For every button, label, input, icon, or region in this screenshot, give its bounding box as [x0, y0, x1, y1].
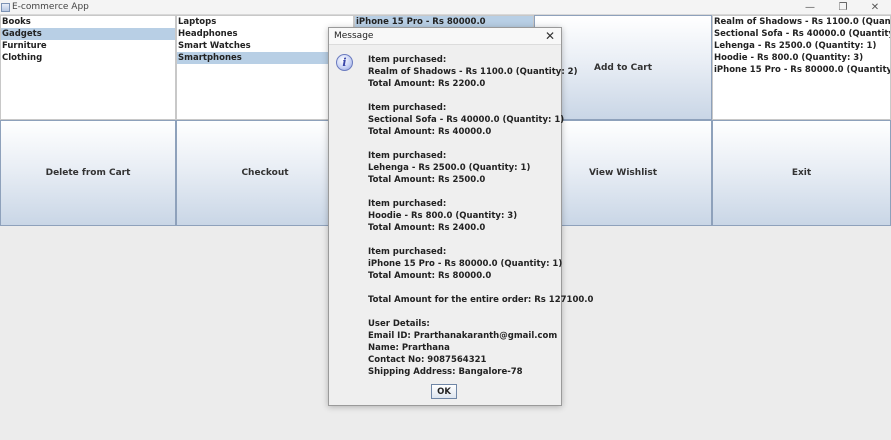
order-total-line: Total Amount for the entire order: Rs 12…: [368, 295, 594, 305]
exit-button[interactable]: Exit: [712, 120, 891, 226]
dialog-message: Item purchased: Realm of Shadows - Rs 11…: [368, 54, 594, 378]
message-line: Item purchased:: [368, 55, 447, 65]
message-line: Shipping Address: Bangalore-78: [368, 367, 523, 377]
list-item[interactable]: iPhone 15 Pro - Rs 80000.0 (Quantity: 1): [713, 64, 890, 76]
message-line: Hoodie - Rs 800.0 (Quantity: 3): [368, 211, 518, 221]
message-line: Total Amount: Rs 80000.0: [368, 271, 492, 281]
list-item[interactable]: Hoodie - Rs 800.0 (Quantity: 3): [713, 52, 890, 64]
category-list[interactable]: Books Gadgets Furniture Clothing: [0, 15, 176, 120]
window-titlebar: E-commerce App — ❐ ✕: [0, 0, 891, 15]
cart-list[interactable]: Realm of Shadows - Rs 1100.0 (Quantity: …: [712, 15, 891, 120]
list-item[interactable]: Sectional Sofa - Rs 40000.0 (Quantity: 1…: [713, 28, 890, 40]
message-line: Item purchased:: [368, 151, 447, 161]
dialog-titlebar: Message ✕: [329, 28, 561, 45]
message-line: iPhone 15 Pro - Rs 80000.0 (Quantity: 1): [368, 259, 563, 269]
message-line: Item purchased:: [368, 103, 447, 113]
message-line: User Details:: [368, 319, 430, 329]
message-line: Item purchased:: [368, 247, 447, 257]
message-line: Item purchased:: [368, 199, 447, 209]
list-item-selected[interactable]: Gadgets: [1, 28, 175, 40]
delete-from-cart-button[interactable]: Delete from Cart: [0, 120, 176, 226]
window-title: E-commerce App: [12, 2, 89, 12]
minimize-button[interactable]: —: [795, 1, 825, 14]
message-line: Sectional Sofa - Rs 40000.0 (Quantity: 1…: [368, 115, 565, 125]
maximize-button[interactable]: ❐: [828, 1, 858, 14]
window-close-button[interactable]: ✕: [860, 1, 890, 14]
list-item[interactable]: Clothing: [1, 52, 175, 64]
list-item[interactable]: Laptops: [177, 16, 353, 28]
message-line: Total Amount: Rs 2400.0: [368, 223, 486, 233]
dialog-close-icon[interactable]: ✕: [545, 29, 555, 43]
message-line: Name: Prarthana: [368, 343, 450, 353]
message-dialog: Message ✕ i Item purchased: Realm of Sha…: [328, 27, 594, 406]
list-item[interactable]: Realm of Shadows - Rs 1100.0 (Quantity: …: [713, 16, 890, 28]
message-line: Total Amount: Rs 40000.0: [368, 127, 492, 137]
list-item-selected[interactable]: Smartphones: [177, 52, 353, 64]
message-line: Email ID: Prarthanakaranth@gmail.com: [368, 331, 558, 341]
list-item[interactable]: Smart Watches: [177, 40, 353, 52]
message-line: Lehenga - Rs 2500.0 (Quantity: 1): [368, 163, 531, 173]
list-item[interactable]: Furniture: [1, 40, 175, 52]
dialog-title: Message: [334, 31, 374, 41]
list-item[interactable]: Headphones: [177, 28, 353, 40]
list-item[interactable]: Lehenga - Rs 2500.0 (Quantity: 1): [713, 40, 890, 52]
ok-button[interactable]: OK: [431, 384, 457, 399]
info-icon: i: [336, 54, 353, 71]
list-item[interactable]: Books: [1, 16, 175, 28]
app-icon: [1, 3, 10, 12]
message-line: Total Amount: Rs 2200.0: [368, 79, 486, 89]
message-line: Realm of Shadows - Rs 1100.0 (Quantity: …: [368, 67, 578, 77]
message-line: Contact No: 9087564321: [368, 355, 487, 365]
message-line: Total Amount: Rs 2500.0: [368, 175, 486, 185]
